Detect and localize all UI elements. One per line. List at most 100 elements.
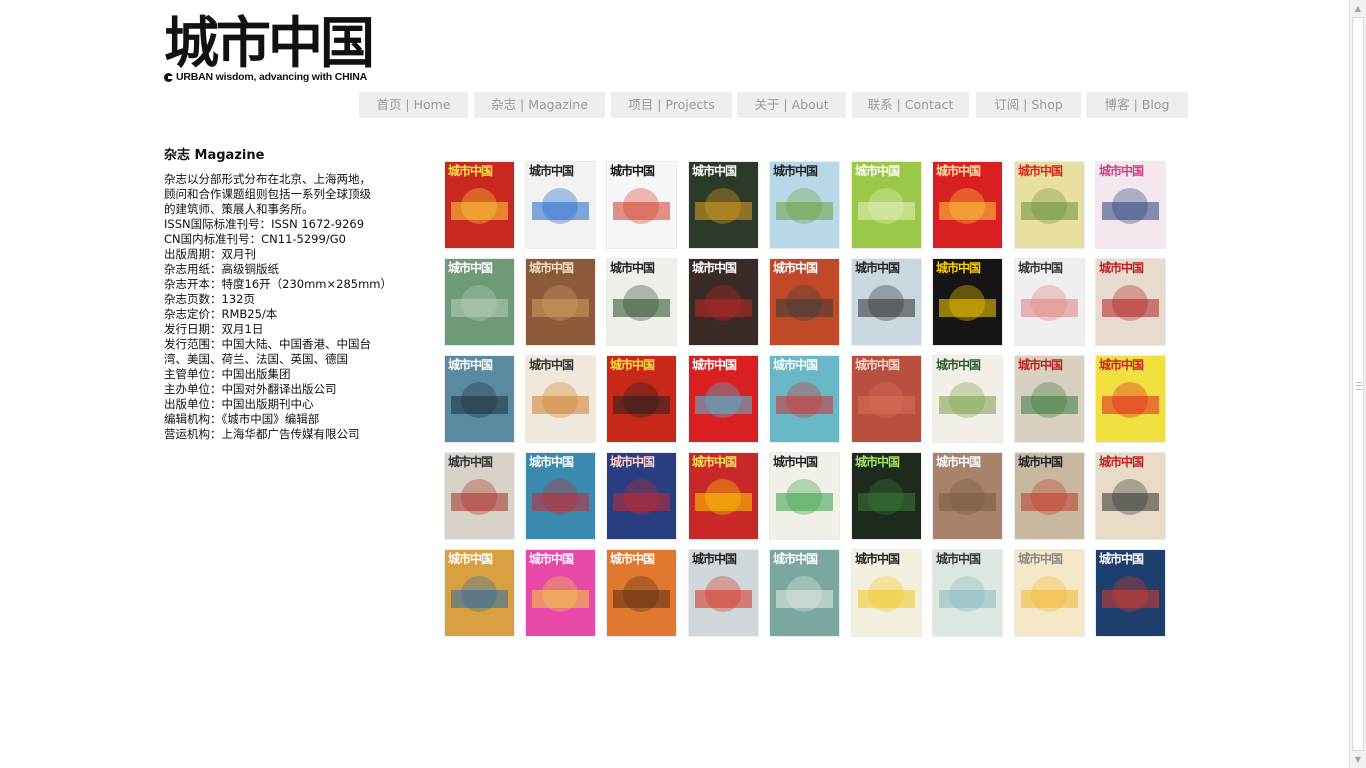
cover-masthead: 城市中国 [448, 552, 493, 566]
magazine-cover[interactable]: 城市中国 [526, 453, 595, 539]
nav-projects[interactable]: 项目 | Projects [611, 92, 732, 118]
scroll-down-arrow-icon[interactable]: ▼ [1350, 751, 1366, 768]
magazine-cover[interactable]: 城市中国 [770, 259, 839, 345]
magazine-cover[interactable]: 城市中国 [607, 162, 676, 248]
cover-art-band [695, 299, 752, 317]
cover-masthead: 城市中国 [610, 455, 655, 469]
cover-masthead: 城市中国 [773, 358, 818, 372]
magazine-cover[interactable]: 城市中国 [445, 162, 514, 248]
nav-about[interactable]: 关于 | About [737, 92, 846, 118]
magazine-cover[interactable]: 城市中国 [445, 356, 514, 442]
cover-masthead: 城市中国 [773, 261, 818, 275]
magazine-cover[interactable]: 城市中国 [1015, 356, 1084, 442]
cover-art-band [1021, 493, 1078, 511]
cover-art-band [532, 493, 589, 511]
magazine-info-text: 杂志以分部形式分布在北京、上海两地， 顾问和合作课题组则包括一系列全球顶级 的建… [164, 172, 392, 441]
nav-shop[interactable]: 订阅 | Shop [976, 92, 1081, 118]
cover-art-band [1021, 202, 1078, 220]
magazine-cover[interactable]: 城市中国 [689, 162, 758, 248]
magazine-cover[interactable]: 城市中国 [1015, 550, 1084, 636]
cover-masthead: 城市中国 [529, 358, 574, 372]
magazine-cover[interactable]: 城市中国 [1096, 453, 1165, 539]
magazine-cover[interactable]: 城市中国 [933, 356, 1002, 442]
cover-art-band [776, 299, 833, 317]
cover-masthead: 城市中国 [692, 164, 737, 178]
cover-art-band [1102, 299, 1159, 317]
nav-magazine[interactable]: 杂志 | Magazine [474, 92, 605, 118]
magazine-cover[interactable]: 城市中国 [1015, 453, 1084, 539]
cover-masthead: 城市中国 [1099, 261, 1144, 275]
cover-masthead: 城市中国 [1099, 358, 1144, 372]
cover-masthead: 城市中国 [936, 455, 981, 469]
magazine-cover[interactable]: 城市中国 [445, 259, 514, 345]
magazine-cover[interactable]: 城市中国 [526, 259, 595, 345]
cover-masthead: 城市中国 [529, 455, 574, 469]
magazine-cover[interactable]: 城市中国 [933, 259, 1002, 345]
magazine-cover[interactable]: 城市中国 [1096, 550, 1165, 636]
cover-masthead: 城市中国 [1099, 455, 1144, 469]
magazine-cover[interactable]: 城市中国 [1096, 162, 1165, 248]
magazine-cover[interactable]: 城市中国 [770, 356, 839, 442]
magazine-cover[interactable]: 城市中国 [526, 550, 595, 636]
magazine-cover[interactable]: 城市中国 [689, 259, 758, 345]
cover-art-band [1102, 493, 1159, 511]
magazine-cover[interactable]: 城市中国 [689, 453, 758, 539]
magazine-cover[interactable]: 城市中国 [933, 550, 1002, 636]
cover-masthead: 城市中国 [1018, 261, 1063, 275]
magazine-cover[interactable]: 城市中国 [852, 356, 921, 442]
nav-home[interactable]: 首页 | Home [359, 92, 468, 118]
vertical-scrollbar[interactable]: ▲ ▼ [1349, 0, 1366, 768]
magazine-cover[interactable]: 城市中国 [1015, 162, 1084, 248]
scroll-up-arrow-icon[interactable]: ▲ [1350, 0, 1366, 17]
site-logo[interactable]: 城市中国 URBAN wisdom, advancing with CHINA [164, 14, 375, 84]
cover-art-band [695, 493, 752, 511]
magazine-cover[interactable]: 城市中国 [445, 453, 514, 539]
magazine-cover[interactable]: 城市中国 [607, 356, 676, 442]
magazine-cover[interactable]: 城市中国 [852, 550, 921, 636]
nav-blog[interactable]: 博客 | Blog [1086, 92, 1188, 118]
magazine-cover[interactable]: 城市中国 [526, 356, 595, 442]
magazine-cover[interactable]: 城市中国 [852, 259, 921, 345]
cover-masthead: 城市中国 [692, 358, 737, 372]
cover-masthead: 城市中国 [1099, 552, 1144, 566]
cover-masthead: 城市中国 [610, 164, 655, 178]
cover-masthead: 城市中国 [855, 261, 900, 275]
magazine-cover[interactable]: 城市中国 [770, 550, 839, 636]
scrollbar-grip-icon [1356, 382, 1362, 390]
magazine-cover[interactable]: 城市中国 [607, 453, 676, 539]
scrollbar-thumb[interactable] [1352, 17, 1364, 751]
magazine-cover[interactable]: 城市中国 [933, 162, 1002, 248]
cover-art-band [451, 493, 508, 511]
cover-art-band [1021, 299, 1078, 317]
cover-masthead: 城市中国 [936, 552, 981, 566]
magazine-cover[interactable]: 城市中国 [1015, 259, 1084, 345]
cover-art-band [1102, 590, 1159, 608]
cover-art-band [695, 590, 752, 608]
magazine-info: 杂志 Magazine 杂志以分部形式分布在北京、上海两地， 顾问和合作课题组则… [164, 146, 404, 442]
magazine-cover[interactable]: 城市中国 [1096, 259, 1165, 345]
cover-masthead: 城市中国 [692, 261, 737, 275]
nav-contact[interactable]: 联系 | Contact [852, 92, 969, 118]
magazine-cover[interactable]: 城市中国 [607, 550, 676, 636]
cover-art-band [695, 396, 752, 414]
magazine-cover[interactable]: 城市中国 [689, 550, 758, 636]
magazine-cover[interactable]: 城市中国 [770, 453, 839, 539]
cover-masthead: 城市中国 [1099, 164, 1144, 178]
magazine-cover[interactable]: 城市中国 [852, 453, 921, 539]
cover-masthead: 城市中国 [773, 552, 818, 566]
magazine-cover[interactable]: 城市中国 [526, 162, 595, 248]
magazine-cover[interactable]: 城市中国 [607, 259, 676, 345]
magazine-cover[interactable]: 城市中国 [1096, 356, 1165, 442]
magazine-cover[interactable]: 城市中国 [770, 162, 839, 248]
magazine-cover[interactable]: 城市中国 [933, 453, 1002, 539]
cover-art-band [613, 396, 670, 414]
magazine-cover[interactable]: 城市中国 [852, 162, 921, 248]
cover-masthead: 城市中国 [692, 552, 737, 566]
magazine-cover[interactable]: 城市中国 [445, 550, 514, 636]
magazine-cover[interactable]: 城市中国 [689, 356, 758, 442]
cover-art-band [858, 493, 915, 511]
cover-masthead: 城市中国 [448, 455, 493, 469]
cover-art-band [613, 299, 670, 317]
cover-art-band [776, 396, 833, 414]
cover-masthead: 城市中国 [855, 552, 900, 566]
